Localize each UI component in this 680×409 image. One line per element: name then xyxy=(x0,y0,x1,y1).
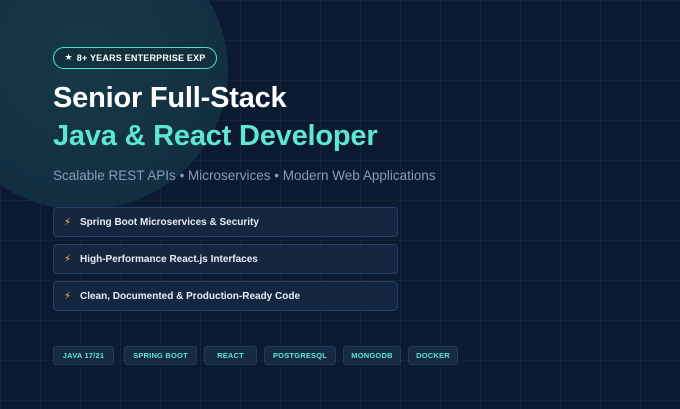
lightning-icon: ⚡ xyxy=(64,216,72,228)
tech-tag-postgresql: POSTGRESQL xyxy=(264,346,336,365)
feature-text: Spring Boot Microservices & Security xyxy=(80,216,259,228)
feature-text: High-Performance React.js Interfaces xyxy=(80,253,258,265)
tech-tag-mongodb: MONGODB xyxy=(343,346,401,365)
experience-badge-label: 8+ YEARS ENTERPRISE EXP xyxy=(76,53,206,63)
banner-canvas: ★ 8+ YEARS ENTERPRISE EXP Senior Full-St… xyxy=(0,0,680,409)
experience-badge: ★ 8+ YEARS ENTERPRISE EXP xyxy=(53,47,217,69)
feature-card: ⚡ High-Performance React.js Interfaces xyxy=(53,244,398,274)
lightning-icon: ⚡ xyxy=(64,253,72,265)
lightning-icon: ⚡ xyxy=(64,290,72,302)
tech-tag-react: REACT xyxy=(204,346,257,365)
feature-card: ⚡ Spring Boot Microservices & Security xyxy=(53,207,398,237)
feature-card: ⚡ Clean, Documented & Production-Ready C… xyxy=(53,281,398,311)
headline-line-2: Java & React Developer xyxy=(53,120,378,152)
tech-tag-java: JAVA 17/21 xyxy=(53,346,114,365)
headline-line-1: Senior Full-Stack xyxy=(53,82,287,114)
star-icon: ★ xyxy=(64,53,73,63)
subtitle: Scalable REST APIs • Microservices • Mod… xyxy=(53,168,436,183)
feature-text: Clean, Documented & Production-Ready Cod… xyxy=(80,290,301,302)
tech-tag-docker: DOCKER xyxy=(408,346,458,365)
tech-tag-spring-boot: SPRING BOOT xyxy=(124,346,197,365)
